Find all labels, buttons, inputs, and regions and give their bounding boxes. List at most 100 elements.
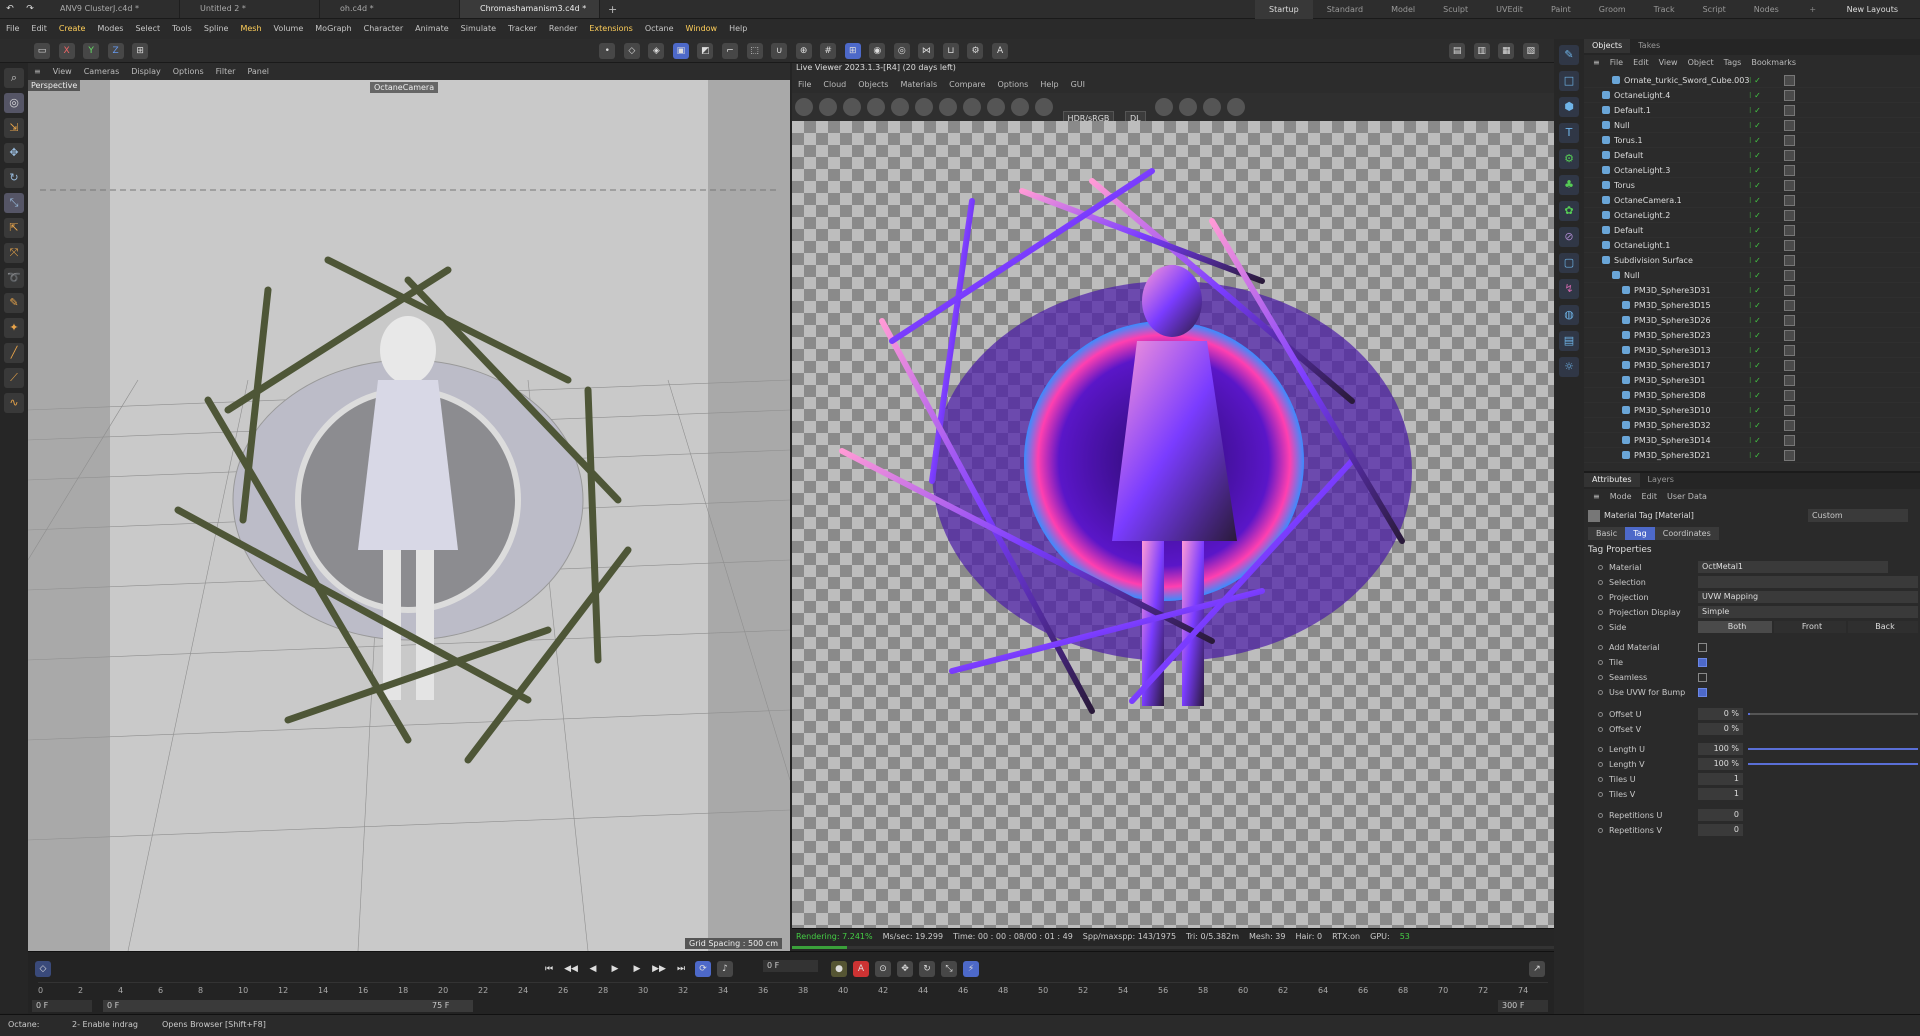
material-tag-icon[interactable] bbox=[1784, 225, 1795, 236]
object-list[interactable]: Ornate_turkic_Sword_Cube.003 ⁝ ✓ OctaneLig… bbox=[1584, 73, 1920, 463]
anim-icon[interactable]: A bbox=[992, 43, 1009, 59]
doc-tab-1[interactable]: ANV9 ClusterJ.c4d * bbox=[40, 0, 180, 18]
material-tag-icon[interactable] bbox=[1784, 315, 1795, 326]
workplane-icon[interactable]: ⊕ bbox=[795, 43, 812, 59]
visibility-flags-icon[interactable]: ⁝ ✓ bbox=[1749, 178, 1761, 193]
visibility-flags-icon[interactable]: ⁝ ✓ bbox=[1749, 223, 1761, 238]
audio-icon[interactable]: ♪ bbox=[717, 961, 733, 977]
object-row[interactable]: PM3D_Sphere3D26 ⁝ ✓ bbox=[1584, 313, 1920, 328]
region-render-icon[interactable] bbox=[867, 98, 885, 116]
material-picker-icon[interactable] bbox=[1035, 98, 1053, 116]
offset-u-slider[interactable] bbox=[1748, 713, 1918, 715]
visibility-flags-icon[interactable]: ⁝ ✓ bbox=[1749, 298, 1761, 313]
menu-character[interactable]: Character bbox=[358, 19, 410, 39]
tab-attributes[interactable]: Attributes bbox=[1584, 473, 1640, 487]
material-tag-icon[interactable] bbox=[1784, 75, 1795, 86]
menu-simulate[interactable]: Simulate bbox=[455, 19, 502, 39]
seamless-checkbox[interactable] bbox=[1698, 673, 1707, 682]
live-selection-icon[interactable]: ◎ bbox=[4, 93, 24, 113]
material-tag-icon[interactable] bbox=[1784, 120, 1795, 131]
doc-tab-3[interactable]: oh.c4d * bbox=[320, 0, 460, 18]
go-start-icon[interactable]: ⏮ bbox=[541, 961, 557, 977]
visibility-flags-icon[interactable]: ⁝ ✓ bbox=[1749, 163, 1761, 178]
material-tag-icon[interactable] bbox=[1784, 360, 1795, 371]
camera-icon[interactable]: ▢ bbox=[1559, 253, 1579, 273]
visibility-flags-icon[interactable]: ⁝ ✓ bbox=[1749, 193, 1761, 208]
material-tag-icon[interactable] bbox=[1784, 195, 1795, 206]
material-tag-icon[interactable] bbox=[1784, 240, 1795, 251]
length-u-field[interactable]: 100 % bbox=[1698, 743, 1743, 755]
menu-octane[interactable]: Octane bbox=[639, 19, 680, 39]
axis-mode-icon[interactable]: ⌐ bbox=[722, 43, 739, 59]
length-v-field[interactable]: 100 % bbox=[1698, 758, 1743, 770]
object-row[interactable]: PM3D_Sphere3D14 ⁝ ✓ bbox=[1584, 433, 1920, 448]
text-icon[interactable]: T bbox=[1559, 123, 1579, 143]
menu-volume[interactable]: Volume bbox=[268, 19, 310, 39]
tiles-v-field[interactable]: 1 bbox=[1698, 788, 1743, 800]
visibility-flags-icon[interactable]: ⁝ ✓ bbox=[1749, 118, 1761, 133]
cube-icon[interactable]: ⬢ bbox=[1559, 97, 1579, 117]
loop-icon[interactable]: ⟳ bbox=[695, 961, 711, 977]
object-row[interactable]: PM3D_Sphere3D8 ⁝ ✓ bbox=[1584, 388, 1920, 403]
key-pos-icon[interactable]: ✥ bbox=[897, 961, 913, 977]
object-row[interactable]: Default ⁝ ✓ bbox=[1584, 223, 1920, 238]
key-param-icon[interactable]: ⚡ bbox=[963, 961, 979, 977]
object-row[interactable]: Null ⁝ ✓ bbox=[1584, 118, 1920, 133]
key-options-icon[interactable]: ⊙ bbox=[875, 961, 891, 977]
perspective-viewport[interactable]: Perspective OctaneCamera Grid Spacing : … bbox=[28, 80, 790, 951]
play-icon[interactable]: ▶ bbox=[607, 961, 623, 977]
menu-render[interactable]: Render bbox=[543, 19, 583, 39]
visibility-flags-icon[interactable]: ⁝ ✓ bbox=[1749, 343, 1761, 358]
next-key-icon[interactable]: ▶▶ bbox=[651, 961, 667, 977]
doc-tab-2[interactable]: Untitled 2 * bbox=[180, 0, 320, 18]
layout-nodes[interactable]: Nodes bbox=[1740, 0, 1793, 19]
scale-icon[interactable]: ⤡ bbox=[4, 193, 24, 213]
add-material-checkbox[interactable] bbox=[1698, 643, 1707, 652]
material-tag-icon[interactable] bbox=[1784, 420, 1795, 431]
layout-uvedit[interactable]: UVEdit bbox=[1482, 0, 1537, 19]
visibility-flags-icon[interactable]: ⁝ ✓ bbox=[1749, 238, 1761, 253]
layout-groom[interactable]: Groom bbox=[1585, 0, 1640, 19]
vp-menu-panel[interactable]: Panel bbox=[241, 63, 275, 80]
redo-icon[interactable]: ↷ bbox=[24, 3, 36, 15]
object-row[interactable]: PM3D_Sphere3D21 ⁝ ✓ bbox=[1584, 448, 1920, 463]
preset-select[interactable]: Custom bbox=[1808, 509, 1908, 522]
menu-tracker[interactable]: Tracker bbox=[502, 19, 543, 39]
next-frame-icon[interactable]: ▶ bbox=[629, 961, 645, 977]
offset-v-field[interactable]: 0 % bbox=[1698, 723, 1743, 735]
material-tag-icon[interactable] bbox=[1784, 345, 1795, 356]
material-tag-icon[interactable] bbox=[1784, 210, 1795, 221]
visibility-flags-icon[interactable]: ⁝ ✓ bbox=[1749, 88, 1761, 103]
soft-select-icon[interactable]: ⬚ bbox=[746, 43, 763, 59]
visibility-flags-icon[interactable]: ⁝ ✓ bbox=[1749, 148, 1761, 163]
menu-help[interactable]: Help bbox=[723, 19, 753, 39]
menu-mesh[interactable]: Mesh bbox=[234, 19, 267, 39]
texture-mode-icon[interactable]: ◩ bbox=[697, 43, 714, 59]
object-row[interactable]: Torus ⁝ ✓ bbox=[1584, 178, 1920, 193]
visibility-flags-icon[interactable]: ⁝ ✓ bbox=[1749, 133, 1761, 148]
send-scene-icon[interactable] bbox=[795, 98, 813, 116]
attr-menu-icon[interactable]: ≡ bbox=[1588, 490, 1605, 504]
subtab-basic[interactable]: Basic bbox=[1588, 527, 1626, 540]
lock-res-icon[interactable] bbox=[915, 98, 933, 116]
current-frame-field[interactable]: 0 F bbox=[763, 960, 818, 972]
attr-menu-edit[interactable]: Edit bbox=[1637, 490, 1663, 504]
visibility-flags-icon[interactable]: ⁝ ✓ bbox=[1749, 358, 1761, 373]
object-row[interactable]: PM3D_Sphere3D15 ⁝ ✓ bbox=[1584, 298, 1920, 313]
object-row[interactable]: OctaneLight.1 ⁝ ✓ bbox=[1584, 238, 1920, 253]
add-region-icon[interactable] bbox=[963, 98, 981, 116]
lv-menu-gui[interactable]: GUI bbox=[1065, 80, 1091, 89]
layout-standard[interactable]: Standard bbox=[1313, 0, 1377, 19]
sculpt-icon[interactable]: ✦ bbox=[4, 318, 24, 338]
lv-menu-help[interactable]: Help bbox=[1034, 80, 1064, 89]
visibility-flags-icon[interactable]: ⁝ ✓ bbox=[1749, 448, 1761, 463]
lock-icon[interactable]: ⊔ bbox=[942, 43, 959, 59]
rotate-icon[interactable]: ↻ bbox=[4, 168, 24, 188]
viewport-layout-icon[interactable]: ▭ bbox=[34, 43, 50, 59]
object-row[interactable]: PM3D_Sphere3D23 ⁝ ✓ bbox=[1584, 328, 1920, 343]
pause-render-icon[interactable] bbox=[843, 98, 861, 116]
obj-menu-edit[interactable]: Edit bbox=[1628, 56, 1654, 70]
axis-y-toggle[interactable]: Y bbox=[83, 43, 100, 59]
visibility-flags-icon[interactable]: ⁝ ✓ bbox=[1749, 388, 1761, 403]
lv-menu-objects[interactable]: Objects bbox=[852, 80, 894, 89]
